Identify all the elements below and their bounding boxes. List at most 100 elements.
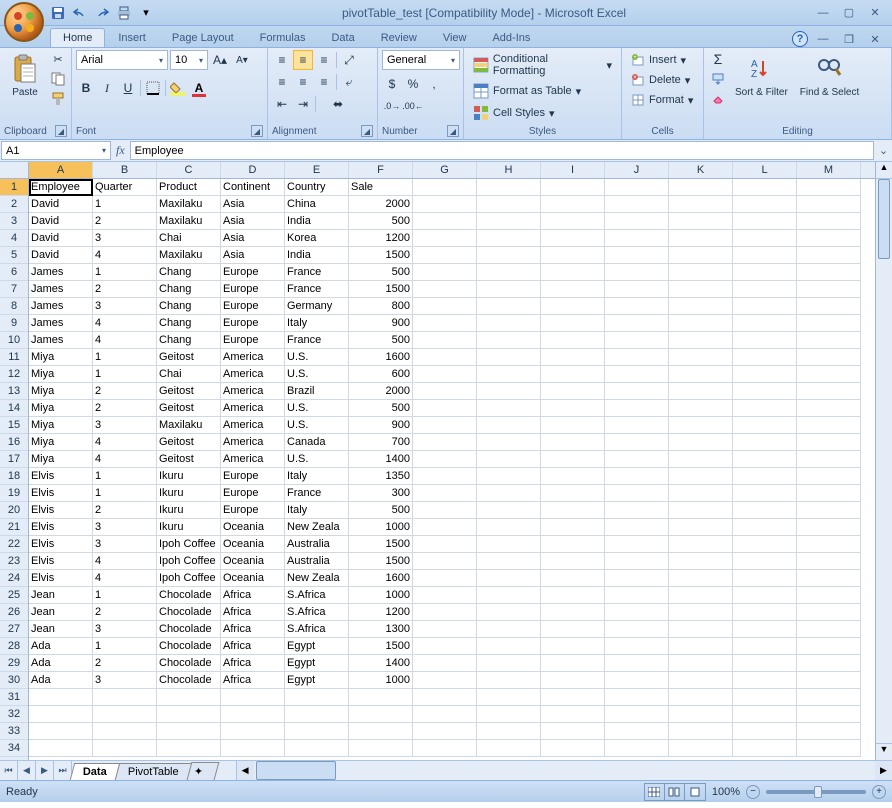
cell-D15[interactable]: America (221, 417, 285, 434)
cell-K7[interactable] (669, 281, 733, 298)
cell-C21[interactable]: Ikuru (157, 519, 221, 536)
cell-G16[interactable] (413, 434, 477, 451)
cell-K4[interactable] (669, 230, 733, 247)
cell-E13[interactable]: Brazil (285, 383, 349, 400)
cell-F6[interactable]: 500 (349, 264, 413, 281)
cell-G9[interactable] (413, 315, 477, 332)
cell-L9[interactable] (733, 315, 797, 332)
format-as-table-button[interactable]: Format as Table ▾ (468, 80, 617, 102)
cell-F17[interactable]: 1400 (349, 451, 413, 468)
cell-H4[interactable] (477, 230, 541, 247)
cell-H1[interactable] (477, 179, 541, 196)
cell-M4[interactable] (797, 230, 861, 247)
fill-button[interactable] (708, 70, 728, 88)
cell-C28[interactable]: Chocolade (157, 638, 221, 655)
cell-I21[interactable] (541, 519, 605, 536)
cell-D11[interactable]: America (221, 349, 285, 366)
cell-A29[interactable]: Ada (29, 655, 93, 672)
col-header-B[interactable]: B (93, 162, 157, 178)
cell-E16[interactable]: Canada (285, 434, 349, 451)
cell-A27[interactable]: Jean (29, 621, 93, 638)
cell-L7[interactable] (733, 281, 797, 298)
cell-M25[interactable] (797, 587, 861, 604)
cell-H24[interactable] (477, 570, 541, 587)
cell-A11[interactable]: Miya (29, 349, 93, 366)
cell-F30[interactable]: 1000 (349, 672, 413, 689)
clipboard-dialog-launcher[interactable]: ◢ (55, 125, 67, 137)
cell-C8[interactable]: Chang (157, 298, 221, 315)
tab-page-layout[interactable]: Page Layout (159, 28, 247, 47)
cell-K28[interactable] (669, 638, 733, 655)
office-button[interactable] (4, 2, 44, 42)
row-header-33[interactable]: 33 (0, 723, 28, 740)
cell-L3[interactable] (733, 213, 797, 230)
cell-M29[interactable] (797, 655, 861, 672)
cell-K17[interactable] (669, 451, 733, 468)
cell-H22[interactable] (477, 536, 541, 553)
cell-H32[interactable] (477, 706, 541, 723)
italic-button[interactable]: I (97, 78, 117, 98)
cell-A25[interactable]: Jean (29, 587, 93, 604)
cell-G5[interactable] (413, 247, 477, 264)
cell-H28[interactable] (477, 638, 541, 655)
formula-input[interactable]: Employee (130, 141, 874, 160)
decrease-indent-icon[interactable]: ⇤ (272, 94, 292, 114)
cell-K24[interactable] (669, 570, 733, 587)
cell-H2[interactable] (477, 196, 541, 213)
col-header-E[interactable]: E (285, 162, 349, 178)
percent-button[interactable]: % (403, 74, 423, 94)
cell-D19[interactable]: Europe (221, 485, 285, 502)
doc-close-icon[interactable]: ✕ (864, 31, 886, 47)
cell-I30[interactable] (541, 672, 605, 689)
cell-K29[interactable] (669, 655, 733, 672)
cell-M16[interactable] (797, 434, 861, 451)
cell-G10[interactable] (413, 332, 477, 349)
cell-D22[interactable]: Oceania (221, 536, 285, 553)
cell-H9[interactable] (477, 315, 541, 332)
cell-L31[interactable] (733, 689, 797, 706)
cell-C12[interactable]: Chai (157, 366, 221, 383)
cell-A17[interactable]: Miya (29, 451, 93, 468)
cell-M28[interactable] (797, 638, 861, 655)
cell-F2[interactable]: 2000 (349, 196, 413, 213)
cell-C22[interactable]: Ipoh Coffee (157, 536, 221, 553)
cell-C25[interactable]: Chocolade (157, 587, 221, 604)
cell-H25[interactable] (477, 587, 541, 604)
cell-I14[interactable] (541, 400, 605, 417)
cell-H11[interactable] (477, 349, 541, 366)
cell-D23[interactable]: Oceania (221, 553, 285, 570)
cell-E2[interactable]: China (285, 196, 349, 213)
cell-D32[interactable] (221, 706, 285, 723)
cell-G4[interactable] (413, 230, 477, 247)
col-header-D[interactable]: D (221, 162, 285, 178)
cell-F5[interactable]: 1500 (349, 247, 413, 264)
cell-I8[interactable] (541, 298, 605, 315)
tab-data[interactable]: Data (318, 28, 367, 47)
cell-F24[interactable]: 1600 (349, 570, 413, 587)
cell-A20[interactable]: Elvis (29, 502, 93, 519)
cell-D10[interactable]: Europe (221, 332, 285, 349)
undo-icon[interactable] (70, 3, 90, 23)
cell-M10[interactable] (797, 332, 861, 349)
cell-L14[interactable] (733, 400, 797, 417)
tab-home[interactable]: Home (50, 28, 105, 47)
cell-B19[interactable]: 1 (93, 485, 157, 502)
cell-B17[interactable]: 4 (93, 451, 157, 468)
row-header-27[interactable]: 27 (0, 621, 28, 638)
cell-G34[interactable] (413, 740, 477, 757)
cell-E20[interactable]: Italy (285, 502, 349, 519)
cell-A28[interactable]: Ada (29, 638, 93, 655)
comma-button[interactable]: , (424, 74, 444, 94)
cell-H27[interactable] (477, 621, 541, 638)
cell-F32[interactable] (349, 706, 413, 723)
cell-J12[interactable] (605, 366, 669, 383)
cell-L19[interactable] (733, 485, 797, 502)
cell-I15[interactable] (541, 417, 605, 434)
print-icon[interactable] (114, 3, 134, 23)
cell-F27[interactable]: 1300 (349, 621, 413, 638)
col-header-H[interactable]: H (477, 162, 541, 178)
cell-H12[interactable] (477, 366, 541, 383)
cell-A22[interactable]: Elvis (29, 536, 93, 553)
cell-F13[interactable]: 2000 (349, 383, 413, 400)
cell-A26[interactable]: Jean (29, 604, 93, 621)
